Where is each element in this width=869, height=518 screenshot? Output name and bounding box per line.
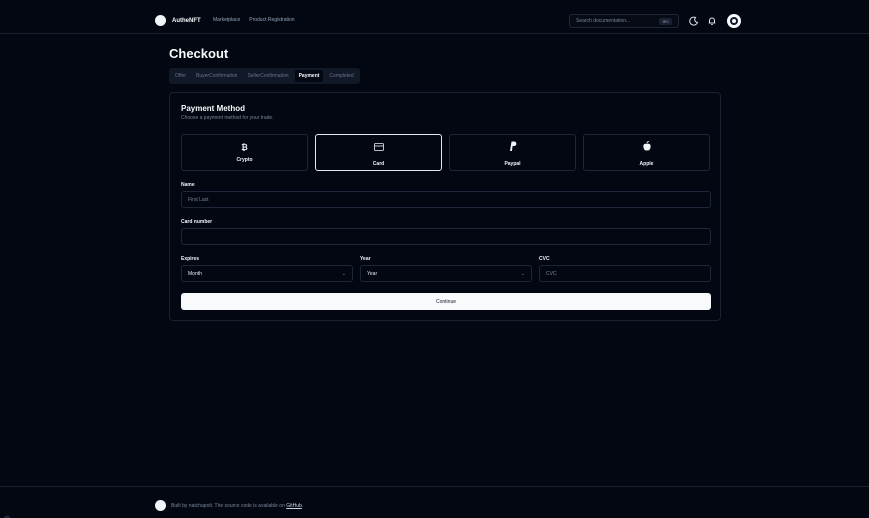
card-number-field[interactable] xyxy=(181,228,711,245)
expires-year-select[interactable]: Year ⌄ xyxy=(360,265,532,282)
dev-indicator-icon[interactable] xyxy=(3,510,11,518)
theme-toggle-icon[interactable] xyxy=(688,15,700,27)
logo-icon xyxy=(155,15,166,26)
footer-suffix: . xyxy=(301,503,304,509)
search-placeholder: Search documentation... xyxy=(576,18,631,24)
card-title: Payment Method xyxy=(181,104,246,113)
method-label: Apple xyxy=(639,161,654,167)
cvc-label: CVC xyxy=(539,256,550,262)
footer-credit: Built by natchapolt. The source code is … xyxy=(171,503,285,509)
main-nav: Marketplace Product Registration xyxy=(213,17,295,23)
tab-completed[interactable]: Completed xyxy=(325,70,357,82)
name-placeholder: First Last xyxy=(188,196,209,203)
top-navbar: AutheNFT Marketplace Product Registratio… xyxy=(0,0,869,34)
tab-seller-confirmation[interactable]: SellerConfirmation xyxy=(243,70,292,82)
credit-card-icon xyxy=(373,138,384,156)
method-card[interactable]: Card xyxy=(315,134,442,171)
card-description: Choose a payment method for your trade. xyxy=(181,115,274,121)
method-apple[interactable]: Apple xyxy=(583,134,710,171)
paypal-icon xyxy=(509,138,517,156)
name-label: Name xyxy=(181,182,195,188)
tab-payment[interactable]: Payment xyxy=(294,70,324,82)
card-number-label: Card number xyxy=(181,219,213,225)
search-input[interactable]: Search documentation... ⌘K xyxy=(569,14,679,28)
expires-value: Month xyxy=(188,270,202,277)
search-shortcut: ⌘K xyxy=(659,17,672,25)
bitcoin-icon: ₿ xyxy=(241,142,248,152)
name-field[interactable]: First Last xyxy=(181,191,711,208)
payment-method-card: Payment Method Choose a payment method f… xyxy=(169,92,721,321)
method-crypto[interactable]: ₿ Crypto xyxy=(181,134,308,171)
cvc-placeholder: CVC xyxy=(546,270,557,277)
footer: Built by natchapolt. The source code is … xyxy=(0,486,869,518)
method-paypal[interactable]: Paypal xyxy=(449,134,576,171)
chevron-down-icon: ⌄ xyxy=(341,270,346,277)
bell-icon[interactable] xyxy=(706,15,718,27)
chevron-down-icon: ⌄ xyxy=(520,270,525,277)
expires-month-select[interactable]: Month ⌄ xyxy=(181,265,353,282)
nav-marketplace[interactable]: Marketplace xyxy=(213,17,240,23)
tab-buyer-confirmation[interactable]: BuyerConfirmation xyxy=(192,70,241,82)
avatar[interactable] xyxy=(727,14,741,28)
apple-icon xyxy=(642,138,651,156)
expires-label: Expires xyxy=(181,256,200,262)
page-title: Checkout xyxy=(169,46,229,61)
year-label: Year xyxy=(360,256,371,262)
footer-text: Built by natchapolt. The source code is … xyxy=(171,503,303,509)
footer-logo-icon xyxy=(155,500,166,511)
method-label: Crypto xyxy=(236,156,253,163)
brand[interactable]: AutheNFT xyxy=(155,15,201,26)
nav-product-registration[interactable]: Product Registration xyxy=(249,17,294,23)
method-label: Paypal xyxy=(504,161,521,167)
tab-offer[interactable]: Offer xyxy=(171,70,190,82)
year-value: Year xyxy=(367,270,378,277)
method-label: Card xyxy=(372,161,385,167)
github-link[interactable]: GitHub xyxy=(286,503,302,509)
checkout-tabs: Offer BuyerConfirmation SellerConfirmati… xyxy=(169,68,360,84)
cvc-field[interactable]: CVC xyxy=(539,265,711,282)
continue-button[interactable]: Continue xyxy=(181,293,711,310)
brand-name: AutheNFT xyxy=(172,17,201,24)
